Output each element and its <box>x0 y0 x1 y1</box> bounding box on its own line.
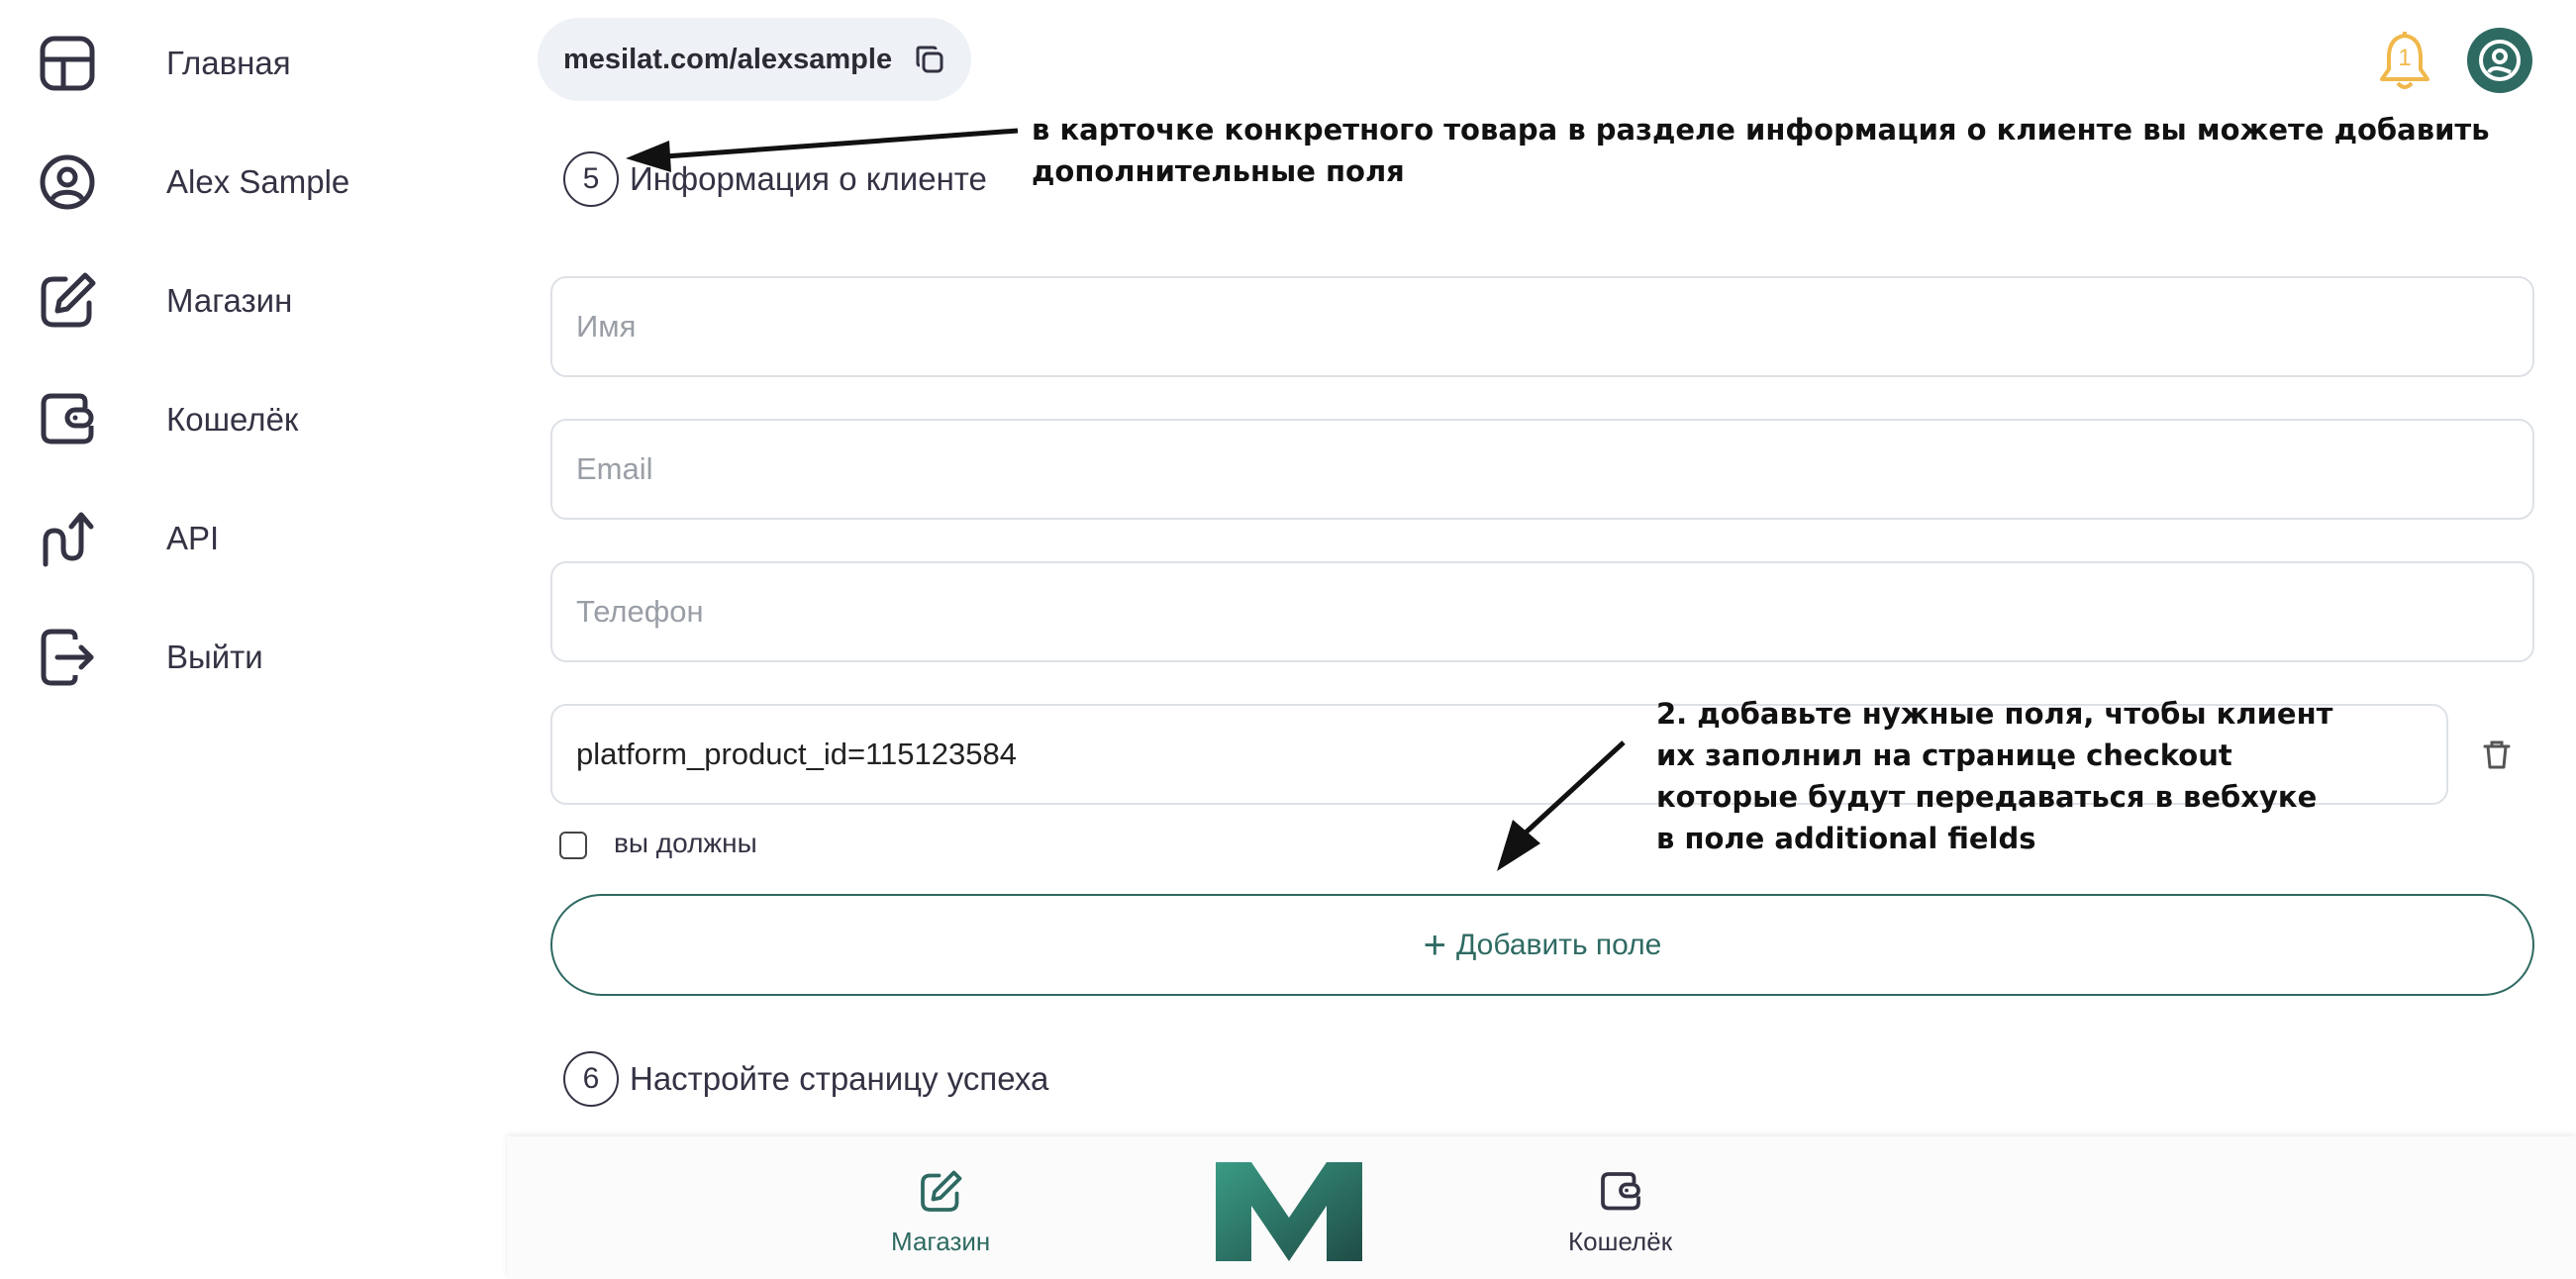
bottom-nav-shop[interactable]: Магазин <box>891 1168 990 1257</box>
mesilat-logo[interactable] <box>1216 1162 1362 1261</box>
sidebar-item-shop[interactable]: Магазин <box>36 261 292 341</box>
avatar[interactable] <box>2467 28 2532 93</box>
section-title-client-info: Информация о клиенте <box>630 160 987 197</box>
sidebar-item-api[interactable]: API <box>36 499 219 578</box>
notification-bell-icon[interactable]: 1 <box>2372 30 2437 95</box>
sidebar-item-logout[interactable]: Выйти <box>36 618 263 697</box>
add-field-label: Добавить поле <box>1455 928 1662 961</box>
email-field[interactable] <box>550 419 2534 520</box>
step-number-5: 5 <box>563 151 619 207</box>
add-field-button[interactable]: + Добавить поле <box>550 894 2534 996</box>
trash-icon[interactable] <box>2479 737 2515 772</box>
profile-url: mesilat.com/alexsample <box>563 43 893 75</box>
bottom-nav <box>507 1136 2576 1279</box>
logout-icon <box>36 626 99 689</box>
profile-url-pill[interactable]: mesilat.com/alexsample <box>538 18 971 101</box>
plus-icon: + <box>1423 923 1446 967</box>
annotation-line: дополнительные поля <box>1032 154 1405 188</box>
layout-dashboard-icon <box>36 32 99 95</box>
sidebar-item-home[interactable]: Главная <box>36 24 291 103</box>
annotation-line: 2. добавьте нужные поля, чтобы клиент <box>1656 697 2333 731</box>
annotation-top: в карточке конкретного товара в разделе … <box>1032 109 2490 192</box>
annotation-line: которые будут передаваться в вебхуке <box>1656 780 2318 814</box>
edit-pen-icon <box>36 269 99 333</box>
section-title-success-page: Настройте страницу успеха <box>630 1060 1049 1097</box>
sidebar-item-label: Alex Sample <box>166 163 350 200</box>
annotation-line: их заполнил на странице checkout <box>1656 738 2232 772</box>
phone-field[interactable] <box>550 561 2534 662</box>
sidebar-item-label: Выйти <box>166 639 263 675</box>
bottom-nav-shop-label: Магазин <box>891 1227 991 1256</box>
required-label: вы должны <box>614 828 757 858</box>
required-checkbox[interactable] <box>559 832 587 859</box>
wallet-icon <box>36 388 99 451</box>
edit-pen-icon <box>917 1168 964 1221</box>
sidebar-item-label: Главная <box>166 45 291 81</box>
api-arrow-icon <box>36 507 99 570</box>
bottom-nav-wallet-label: Кошелёк <box>1568 1227 1673 1256</box>
step-number-6: 6 <box>563 1051 619 1107</box>
wallet-icon <box>1597 1168 1644 1221</box>
user-circle-icon <box>36 150 99 214</box>
notification-count: 1 <box>2398 45 2412 71</box>
sidebar-item-wallet[interactable]: Кошелёк <box>36 380 298 459</box>
annotation-line: в карточке конкретного товара в разделе … <box>1032 113 2490 147</box>
sidebar-item-label: API <box>166 520 220 556</box>
bottom-nav-wallet[interactable]: Кошелёк <box>1568 1168 1672 1257</box>
sidebar-item-label: Магазин <box>166 282 293 319</box>
annotation-middle: 2. добавьте нужные поля, чтобы клиент их… <box>1656 693 2332 859</box>
name-field[interactable] <box>550 276 2534 377</box>
sidebar-item-label: Кошелёк <box>166 401 299 438</box>
sidebar: Главная Alex Sample Магазин Кошелёк API … <box>0 0 505 1279</box>
copy-icon[interactable] <box>914 44 945 75</box>
annotation-line: в поле additional fields <box>1656 822 2036 855</box>
sidebar-item-profile[interactable]: Alex Sample <box>36 143 349 222</box>
